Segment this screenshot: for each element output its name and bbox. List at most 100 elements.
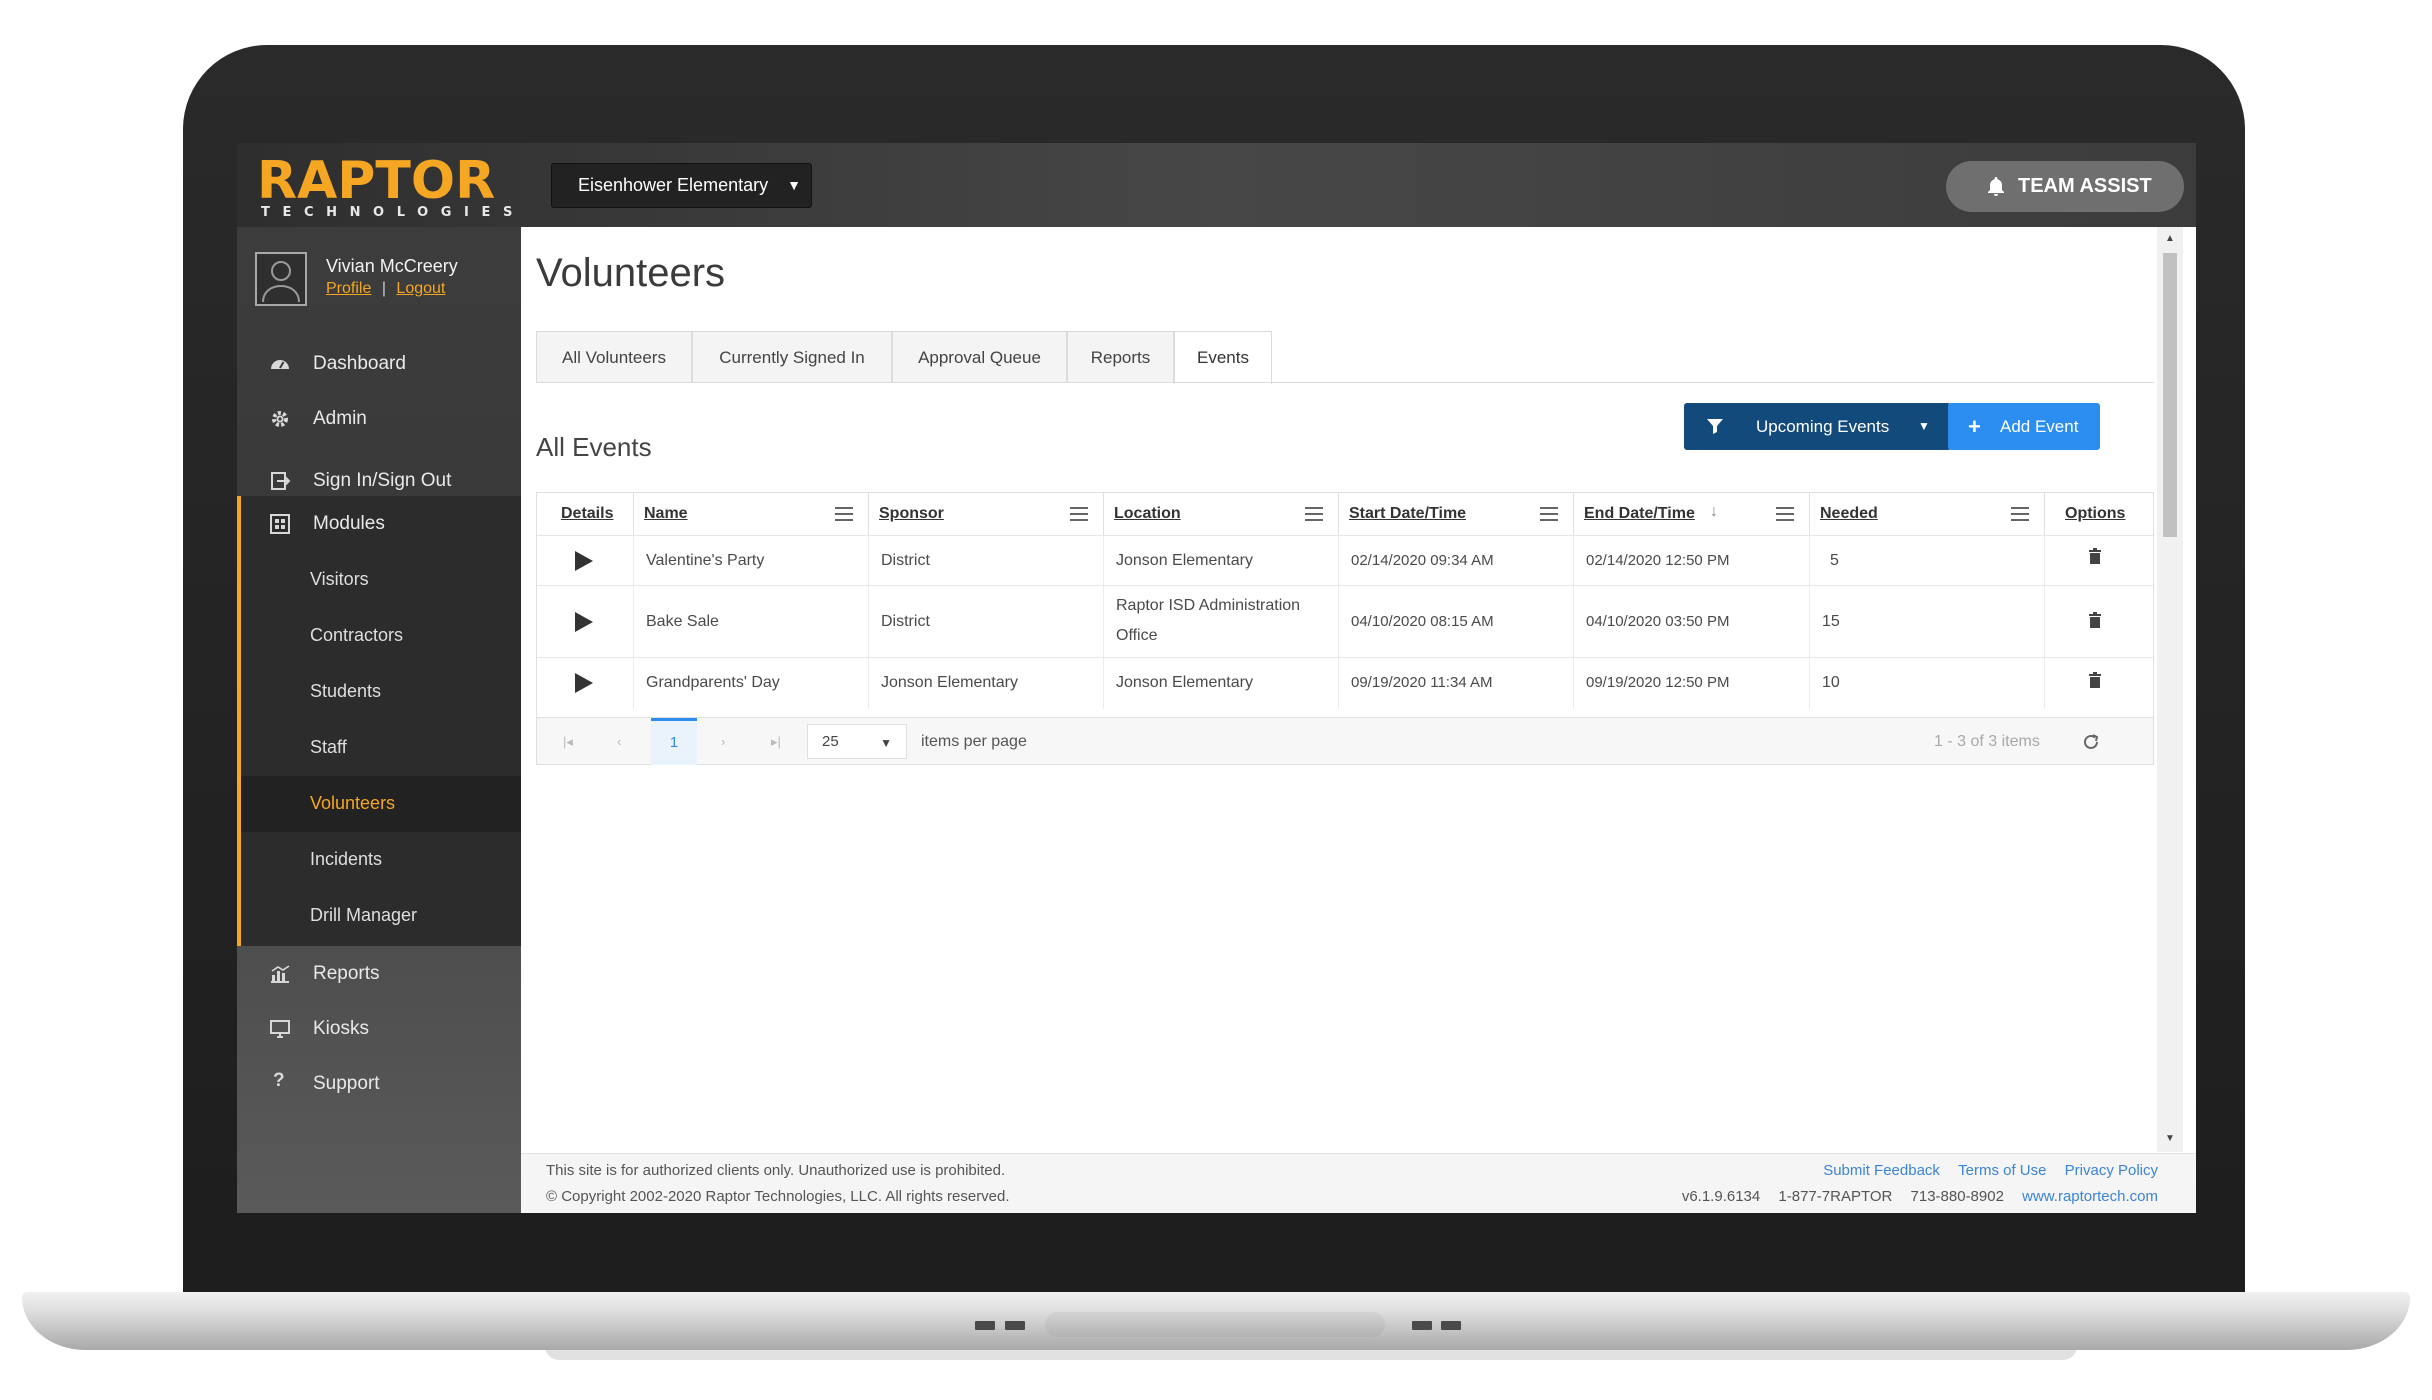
sidebar-item-label: Sign In/Sign Out — [313, 470, 451, 492]
sidebar-item-kiosks[interactable]: Kiosks — [237, 1001, 521, 1057]
sidebar-item-students[interactable]: Students — [241, 664, 521, 720]
dashboard-icon — [269, 353, 291, 375]
footer-notice: This site is for authorized clients only… — [546, 1162, 1005, 1179]
trash-icon[interactable] — [2088, 672, 2102, 688]
column-header-needed[interactable]: Needed — [1810, 493, 2045, 535]
logout-link[interactable]: Logout — [396, 280, 445, 297]
tab-all-volunteers[interactable]: All Volunteers — [536, 331, 692, 383]
sidebar-item-admin[interactable]: Admin — [237, 391, 521, 447]
tab-reports[interactable]: Reports — [1067, 331, 1174, 383]
tab-approval-queue[interactable]: Approval Queue — [892, 331, 1067, 383]
link-separator: | — [382, 280, 386, 297]
grid-pager: |◂ ‹ 1 › ▸| 25 ▼ items per page 1 - 3 of… — [537, 717, 2153, 764]
sidebar-subitem-label: Incidents — [310, 849, 382, 870]
tab-currently-signed-in[interactable]: Currently Signed In — [692, 331, 892, 383]
privacy-policy-link[interactable]: Privacy Policy — [2065, 1162, 2158, 1179]
page-button-current[interactable]: 1 — [651, 718, 697, 765]
next-page-icon[interactable]: › — [721, 718, 725, 765]
sidebar-item-visitors[interactable]: Visitors — [241, 552, 521, 608]
table-row[interactable]: Valentine's Party District Jonson Elemen… — [537, 535, 2153, 585]
cell-text: 04/10/2020 03:50 PM — [1586, 607, 1729, 637]
logo-text: RAPTOR — [257, 151, 495, 211]
sidebar-item-drill-manager[interactable]: Drill Manager — [241, 888, 521, 944]
sidebar-item-support[interactable]: ? Support — [237, 1056, 521, 1112]
filter-icon — [1706, 417, 1724, 435]
cell-text: 09/19/2020 11:34 AM — [1351, 668, 1493, 698]
school-select-value: Eisenhower Elementary — [578, 175, 768, 195]
column-menu-icon[interactable] — [1069, 506, 1089, 522]
sidebar-item-label: Admin — [313, 408, 367, 430]
column-header-name[interactable]: Name — [634, 493, 869, 535]
team-assist-button[interactable]: TEAM ASSIST — [1946, 161, 2184, 212]
website-link[interactable]: www.raptortech.com — [2022, 1188, 2158, 1205]
vertical-scrollbar[interactable]: ▲ ▼ — [2157, 227, 2183, 1152]
footer-copyright: © Copyright 2002-2020 Raptor Technologie… — [546, 1188, 1010, 1205]
sidebar-item-volunteers[interactable]: Volunteers — [241, 776, 521, 832]
sidebar-item-label: Dashboard — [313, 353, 406, 375]
caret-down-icon: ▼ — [880, 727, 892, 760]
page-title: Volunteers — [536, 251, 725, 296]
prev-page-icon[interactable]: ‹ — [617, 718, 621, 765]
laptop-hinge-notch — [1045, 1312, 1385, 1337]
events-grid: Details Name Sponsor Location Start Date… — [536, 492, 2154, 765]
cell-text: 02/14/2020 12:50 PM — [1586, 546, 1729, 576]
column-header-sponsor[interactable]: Sponsor — [869, 493, 1104, 535]
column-menu-icon[interactable] — [1775, 506, 1795, 522]
column-header-label: Needed — [1820, 505, 1878, 523]
last-page-icon[interactable]: ▸| — [771, 718, 781, 765]
cell-location: Raptor ISD Administration Office — [1104, 586, 1339, 657]
screen: RAPTOR TECHNOLOGIES Eisenhower Elementar… — [237, 143, 2196, 1213]
refresh-icon[interactable] — [2082, 733, 2100, 751]
sidebar-subitem-label: Visitors — [310, 569, 369, 590]
column-menu-icon[interactable] — [1304, 506, 1324, 522]
sidebar-item-label: Support — [313, 1073, 380, 1095]
column-header-location[interactable]: Location — [1104, 493, 1339, 535]
sidebar-item-staff[interactable]: Staff — [241, 720, 521, 776]
profile-link[interactable]: Profile — [326, 280, 371, 297]
cell-needed: 15 — [1810, 586, 2045, 657]
cell-text: Bake Sale — [646, 607, 719, 637]
school-select[interactable]: Eisenhower Elementary ▼ — [551, 163, 812, 208]
user-links: Profile | Logout — [326, 280, 445, 298]
first-page-icon[interactable]: |◂ — [563, 718, 573, 765]
cell-text: 09/19/2020 12:50 PM — [1586, 668, 1729, 698]
cell-text: Raptor ISD Administration Office — [1116, 591, 1336, 651]
gear-icon — [269, 408, 291, 430]
column-menu-icon[interactable] — [834, 506, 854, 522]
column-menu-icon[interactable] — [2010, 506, 2030, 522]
column-header-start[interactable]: Start Date/Time — [1339, 493, 1574, 535]
scroll-up-icon[interactable]: ▲ — [2165, 233, 2175, 244]
section-title: All Events — [536, 432, 652, 463]
team-assist-label: TEAM ASSIST — [2018, 175, 2152, 197]
sidebar-item-dashboard[interactable]: Dashboard — [237, 336, 521, 392]
submit-feedback-link[interactable]: Submit Feedback — [1823, 1162, 1940, 1179]
column-header-end[interactable]: End Date/Time ↓ — [1574, 493, 1810, 535]
cell-text: 04/10/2020 08:15 AM — [1351, 607, 1494, 637]
upcoming-events-filter-button[interactable]: Upcoming Events ▼ — [1684, 403, 1951, 450]
trash-icon[interactable] — [2088, 612, 2102, 628]
add-event-button[interactable]: + Add Event — [1948, 403, 2100, 450]
table-row[interactable]: Grandparents' Day Jonson Elementary Jons… — [537, 657, 2153, 709]
page-size-select[interactable]: 25 ▼ — [807, 724, 907, 759]
sidebar-item-contractors[interactable]: Contractors — [241, 608, 521, 664]
terms-of-use-link[interactable]: Terms of Use — [1958, 1162, 2046, 1179]
raptor-logo[interactable]: RAPTOR TECHNOLOGIES — [257, 153, 497, 219]
cell-end: 02/14/2020 12:50 PM — [1574, 536, 1810, 585]
column-header-details[interactable]: Details — [537, 493, 634, 535]
sidebar-item-incidents[interactable]: Incidents — [241, 832, 521, 888]
sidebar-item-modules[interactable]: Modules — [237, 496, 521, 552]
tab-events[interactable]: Events — [1174, 331, 1272, 384]
column-header-label: Sponsor — [879, 505, 944, 523]
column-menu-icon[interactable] — [1539, 506, 1559, 522]
scroll-down-icon[interactable]: ▼ — [2165, 1133, 2175, 1144]
sidebar-item-reports[interactable]: Reports — [237, 946, 521, 1002]
cell-text: Grandparents' Day — [646, 668, 780, 698]
cell-name: Bake Sale — [634, 586, 869, 657]
cell-location: Jonson Elementary — [1104, 536, 1339, 585]
scroll-thumb[interactable] — [2163, 253, 2177, 537]
footer-links: Submit Feedback Terms of Use Privacy Pol… — [1809, 1162, 2158, 1179]
cell-sponsor: District — [869, 586, 1104, 657]
table-row[interactable]: Bake Sale District Raptor ISD Administra… — [537, 585, 2153, 657]
cell-end: 09/19/2020 12:50 PM — [1574, 658, 1810, 709]
trash-icon[interactable] — [2088, 548, 2102, 564]
